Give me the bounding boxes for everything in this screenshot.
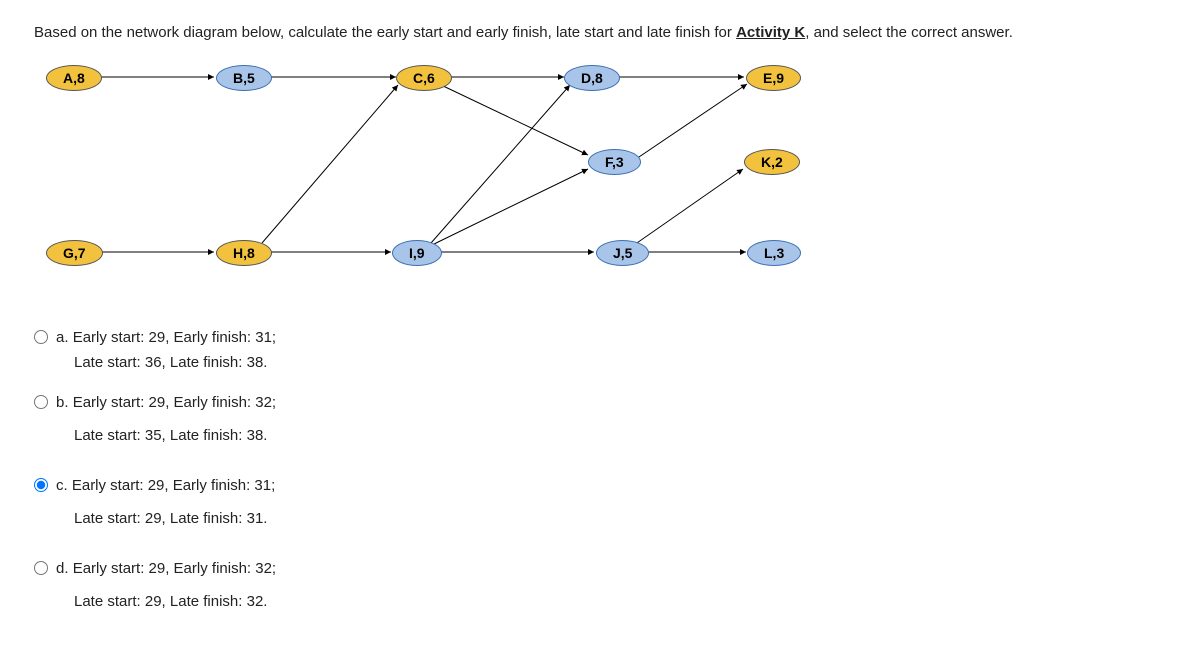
option-d[interactable]: d. Early start: 29, Early finish: 32; La… (34, 558, 1166, 613)
option-a[interactable]: a. Early start: 29, Early finish: 31; La… (34, 327, 1166, 374)
option-letter: d. (56, 560, 69, 577)
radio-a[interactable] (34, 330, 48, 344)
question-prompt: Based on the network diagram below, calc… (34, 24, 1166, 41)
question-activity: Activity K (736, 24, 805, 41)
question-post: , and select the correct answer. (805, 24, 1013, 41)
node-C: C,6 (396, 65, 452, 91)
option-line2: Late start: 36, Late finish: 38. (74, 352, 276, 375)
node-J: J,5 (596, 240, 649, 266)
network-diagram: A,8 B,5 C,6 D,8 E,9 F,3 K,2 G,7 H,8 I,9 … (34, 57, 854, 297)
option-letter: c. (56, 477, 68, 494)
node-G: G,7 (46, 240, 103, 266)
node-F: F,3 (588, 149, 641, 175)
node-H: H,8 (216, 240, 272, 266)
node-I: I,9 (392, 240, 442, 266)
node-K: K,2 (744, 149, 800, 175)
node-B: B,5 (216, 65, 272, 91)
diagram-edges (34, 57, 854, 297)
option-line2: Late start: 29, Late finish: 32. (74, 591, 276, 614)
option-line1: Early start: 29, Early finish: 32; (73, 394, 276, 411)
node-L: L,3 (747, 240, 801, 266)
answer-options: a. Early start: 29, Early finish: 31; La… (34, 327, 1166, 613)
node-D: D,8 (564, 65, 620, 91)
node-A: A,8 (46, 65, 102, 91)
radio-c[interactable] (34, 478, 48, 492)
radio-b[interactable] (34, 395, 48, 409)
option-line2: Late start: 29, Late finish: 31. (74, 508, 275, 531)
option-line1: Early start: 29, Early finish: 32; (73, 560, 276, 577)
question-pre: Based on the network diagram below, calc… (34, 24, 736, 41)
option-letter: a. (56, 329, 69, 346)
option-line1: Early start: 29, Early finish: 31; (73, 329, 276, 346)
radio-d[interactable] (34, 561, 48, 575)
option-line2: Late start: 35, Late finish: 38. (74, 425, 276, 448)
option-line1: Early start: 29, Early finish: 31; (72, 477, 275, 494)
option-b[interactable]: b. Early start: 29, Early finish: 32; La… (34, 392, 1166, 447)
option-letter: b. (56, 394, 69, 411)
option-c[interactable]: c. Early start: 29, Early finish: 31; La… (34, 475, 1166, 530)
node-E: E,9 (746, 65, 801, 91)
